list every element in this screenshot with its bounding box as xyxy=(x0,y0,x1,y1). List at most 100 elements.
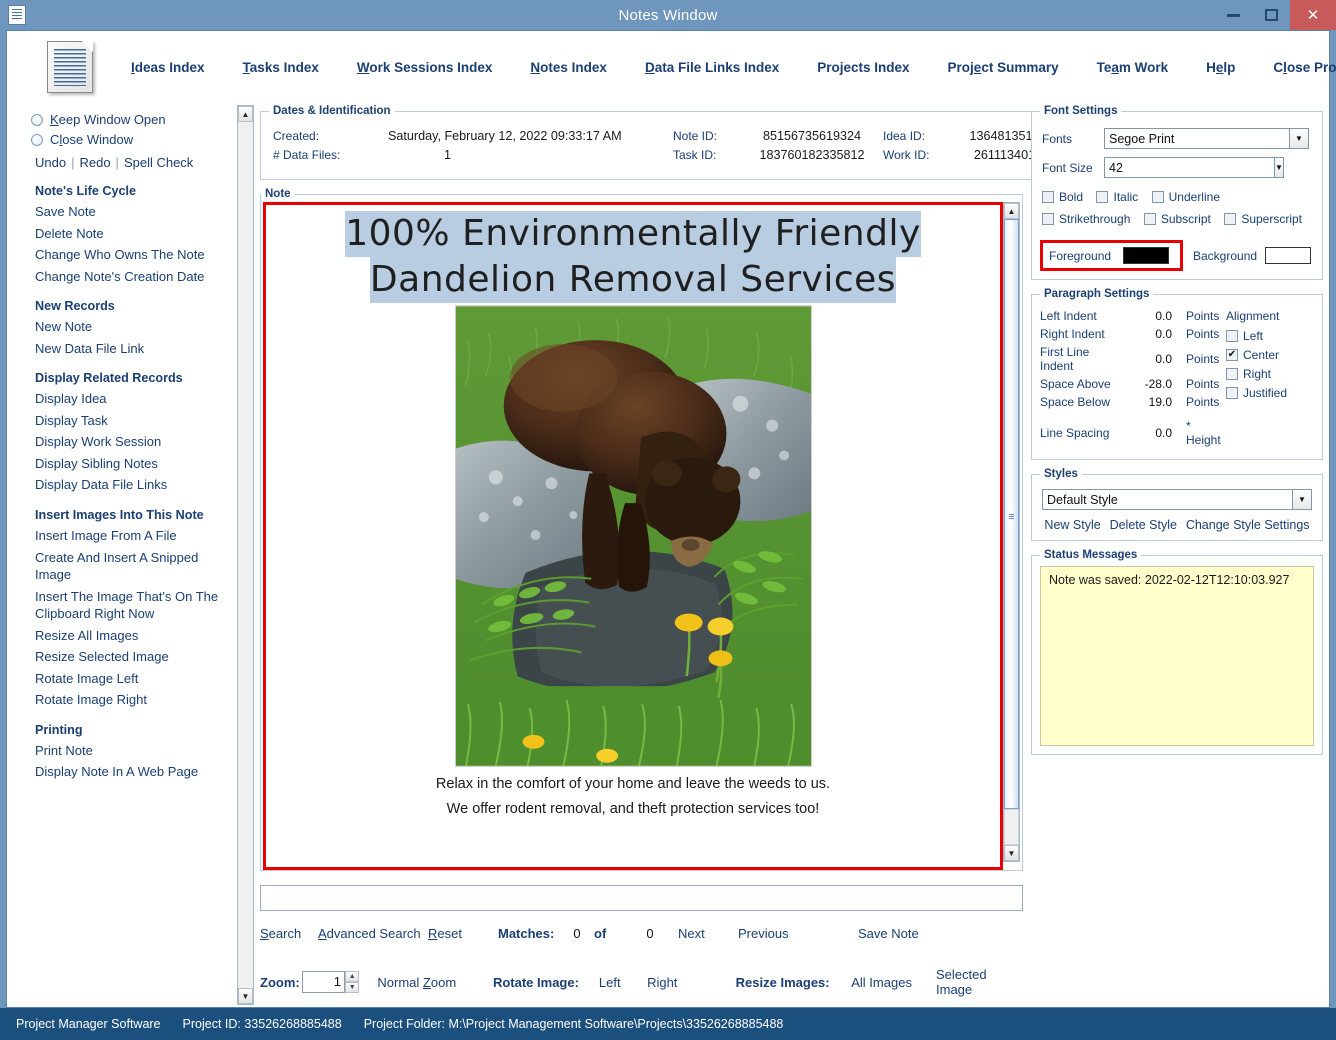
note-scroll-up-icon[interactable]: ▲ xyxy=(1004,203,1019,219)
sidebar-item-insert-image-from-file[interactable]: Insert Image From A File xyxy=(35,527,235,545)
chevron-down-icon[interactable]: ▼ xyxy=(1290,128,1309,149)
search-input[interactable] xyxy=(260,885,1023,911)
sidebar-item-print-note[interactable]: Print Note xyxy=(35,742,235,760)
sidebar-item-create-insert-snipped-image[interactable]: Create And Insert A Snipped Image xyxy=(35,549,235,584)
sidebar-item-display-sibling-notes[interactable]: Display Sibling Notes xyxy=(35,455,235,473)
row-label: First Line Indent xyxy=(1040,345,1090,373)
checkbox-superscript[interactable]: Superscript xyxy=(1224,212,1302,226)
scroll-down-icon[interactable]: ▼ xyxy=(238,988,253,1004)
sidebar-item-change-owner[interactable]: Change Who Owns The Note xyxy=(35,246,235,264)
chevron-down-icon[interactable]: ▼ xyxy=(1293,489,1312,510)
sidebar-item-new-note[interactable]: New Note xyxy=(35,318,235,336)
note-vertical-scrollbar[interactable]: ▲ ▼ xyxy=(1003,202,1020,862)
nav-close-program[interactable]: Close Program xyxy=(1273,60,1336,75)
nav-project-summary[interactable]: Project Summary xyxy=(948,60,1059,75)
change-style-settings-button[interactable]: Change Style Settings xyxy=(1186,518,1310,532)
row-value[interactable]: 0.0 xyxy=(1126,309,1172,323)
alignment-left[interactable]: Left xyxy=(1226,329,1314,343)
nav-help[interactable]: Help xyxy=(1206,60,1235,75)
sidebar-item-save-note[interactable]: Save Note xyxy=(35,203,235,221)
style-input[interactable] xyxy=(1042,489,1293,510)
note-scroll-down-icon[interactable]: ▼ xyxy=(1004,845,1019,861)
sidebar-item-delete-note[interactable]: Delete Note xyxy=(35,225,235,243)
normal-zoom-button[interactable]: Normal Zoom xyxy=(377,975,493,990)
advanced-search-button[interactable]: Advanced Search xyxy=(318,926,428,941)
row-value[interactable]: -28.0 xyxy=(1126,377,1172,391)
row-label: Line Spacing xyxy=(1040,426,1110,440)
spell-check-button[interactable]: Spell Check xyxy=(124,155,193,170)
nav-tasks-index[interactable]: Tasks Index xyxy=(243,60,319,75)
nav-work-sessions-index[interactable]: Work Sessions Index xyxy=(357,60,493,75)
checkbox-underline[interactable]: Underline xyxy=(1151,190,1220,204)
rotate-left-button[interactable]: Left xyxy=(599,975,647,990)
nav-projects-index[interactable]: Projects Index xyxy=(817,60,909,75)
radio-keep-window-open[interactable]: Keep Window Open xyxy=(31,112,237,127)
scroll-up-icon[interactable]: ▲ xyxy=(238,106,253,122)
style-combo[interactable]: ▼ xyxy=(1042,489,1312,510)
note-rich-text-editor[interactable]: 100% Environmentally Friendly Dandelion … xyxy=(263,202,1003,870)
note-scrollbar-track[interactable] xyxy=(1004,809,1019,845)
row-value[interactable]: 19.0 xyxy=(1126,395,1172,409)
row-value[interactable]: 0.0 xyxy=(1126,426,1172,440)
sidebar-item-display-idea[interactable]: Display Idea xyxy=(35,390,235,408)
font-size-combo[interactable]: ▼ xyxy=(1104,157,1284,178)
row-value[interactable]: 0.0 xyxy=(1126,352,1172,366)
sidebar-item-resize-all-images[interactable]: Resize All Images xyxy=(35,627,235,645)
redo-button[interactable]: Redo xyxy=(79,155,110,170)
new-style-button[interactable]: New Style xyxy=(1044,518,1100,532)
checkbox-italic[interactable]: Italic xyxy=(1096,190,1138,204)
undo-button[interactable]: Undo xyxy=(35,155,66,170)
paragraph-row-first-line-indent: First Line Indent 0.0 Points xyxy=(1040,345,1226,373)
zoom-input[interactable]: 1 xyxy=(302,971,345,993)
search-button[interactable]: Search xyxy=(260,926,318,941)
sidebar-item-new-data-file-link[interactable]: New Data File Link xyxy=(35,340,235,358)
sidebar-item-display-note-web-page[interactable]: Display Note In A Web Page xyxy=(35,763,235,781)
alignment-right[interactable]: Right xyxy=(1226,367,1314,381)
nav-ideas-index[interactable]: Ideas Index xyxy=(131,60,205,75)
radio-close-window[interactable]: Close Window xyxy=(31,132,237,147)
main-body: Keep Window Open Close Window Undo | Redo |… xyxy=(7,103,1329,1009)
sidebar-item-display-task[interactable]: Display Task xyxy=(35,412,235,430)
sidebar-item-change-creation-date[interactable]: Change Note's Creation Date xyxy=(35,268,235,286)
fonts-input[interactable] xyxy=(1104,128,1290,149)
delete-style-button[interactable]: Delete Style xyxy=(1110,518,1177,532)
background-color-swatch[interactable] xyxy=(1265,247,1311,264)
nav-data-file-links-index[interactable]: Data File Links Index xyxy=(645,60,779,75)
resize-selected-image-button[interactable]: Selected Image xyxy=(936,967,1023,997)
reset-button[interactable]: Reset xyxy=(428,926,498,941)
row-unit: Points xyxy=(1186,395,1220,409)
previous-button[interactable]: Previous xyxy=(738,926,858,941)
zoom-up-icon[interactable]: ▲ xyxy=(344,971,360,982)
row-value[interactable]: 0.0 xyxy=(1126,327,1172,341)
sidebar-item-resize-selected-image[interactable]: Resize Selected Image xyxy=(35,648,235,666)
main-vertical-scrollbar[interactable]: ▲ ▼ xyxy=(237,105,254,1005)
sidebar-item-rotate-image-right[interactable]: Rotate Image Right xyxy=(35,691,235,709)
task-id-label: Task ID: xyxy=(673,148,717,162)
fonts-combo[interactable]: ▼ xyxy=(1104,128,1309,149)
chevron-down-icon[interactable]: ▼ xyxy=(1275,157,1284,178)
sidebar-item-display-work-session[interactable]: Display Work Session xyxy=(35,433,235,451)
sidebar-item-insert-clipboard-image[interactable]: Insert The Image That's On The Clipboard… xyxy=(35,588,235,623)
font-size-input[interactable] xyxy=(1104,157,1275,178)
save-note-button[interactable]: Save Note xyxy=(858,926,919,941)
next-button[interactable]: Next xyxy=(678,926,738,941)
alignment-justified[interactable]: Justified xyxy=(1226,386,1314,400)
alignment-center[interactable]: ✔ Center xyxy=(1226,348,1314,362)
note-scrollbar-thumb[interactable] xyxy=(1004,219,1019,809)
alignment-option-label: Center xyxy=(1243,348,1280,362)
zoom-stepper[interactable]: ▲ ▼ xyxy=(344,971,360,993)
resize-all-images-button[interactable]: All Images xyxy=(851,975,936,990)
zoom-down-icon[interactable]: ▼ xyxy=(344,982,360,993)
nav-notes-index[interactable]: Notes Index xyxy=(530,60,607,75)
rotate-right-button[interactable]: Right xyxy=(647,975,736,990)
checkbox-strikethrough[interactable]: Strikethrough xyxy=(1042,212,1130,226)
sidebar-item-rotate-image-left[interactable]: Rotate Image Left xyxy=(35,670,235,688)
foreground-color-swatch[interactable] xyxy=(1123,247,1169,264)
note-embedded-image[interactable] xyxy=(454,305,812,768)
checkbox-bold[interactable]: Bold xyxy=(1042,190,1083,204)
sidebar-item-display-data-file-links[interactable]: Display Data File Links xyxy=(35,476,235,494)
nav-team-work[interactable]: Team Work xyxy=(1097,60,1169,75)
checkbox-subscript[interactable]: Subscript xyxy=(1143,212,1211,226)
row-unit: Points xyxy=(1186,309,1220,323)
zoom-label: Zoom: xyxy=(260,974,300,990)
